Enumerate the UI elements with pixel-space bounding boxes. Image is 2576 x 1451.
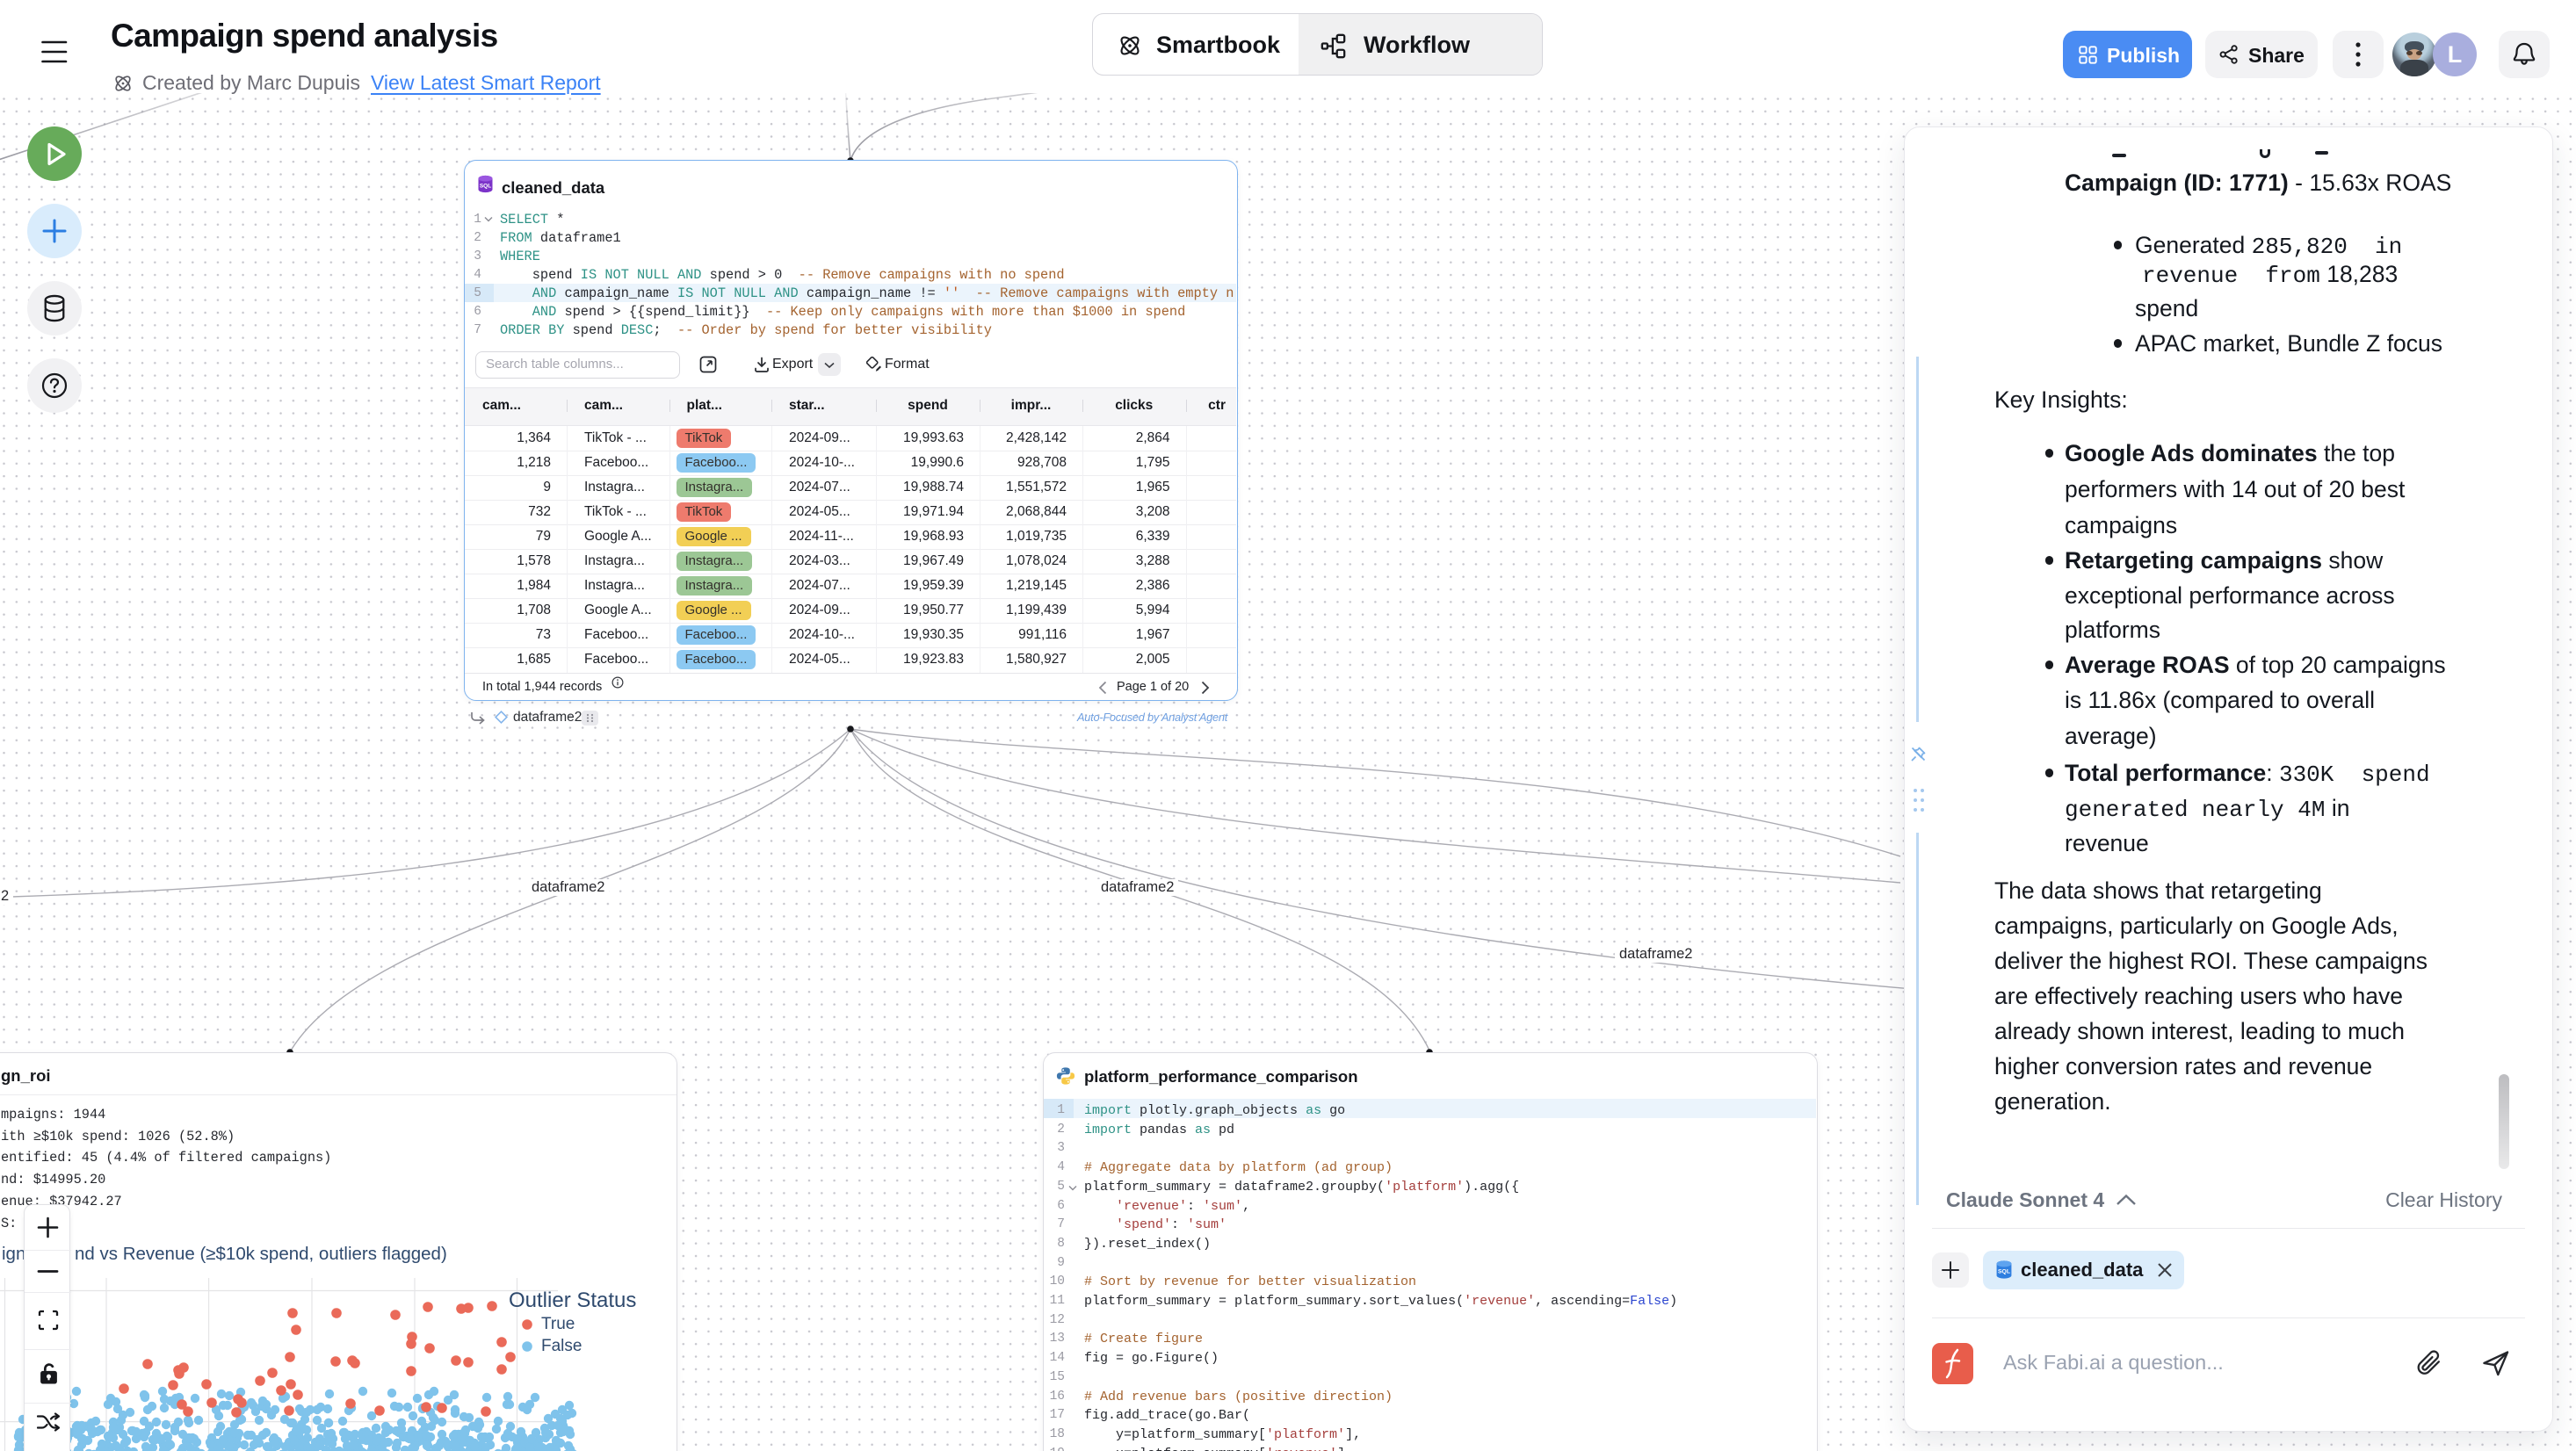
svg-text:SQL: SQL <box>480 184 491 190</box>
svg-text:SQL: SQL <box>1998 1269 2010 1275</box>
